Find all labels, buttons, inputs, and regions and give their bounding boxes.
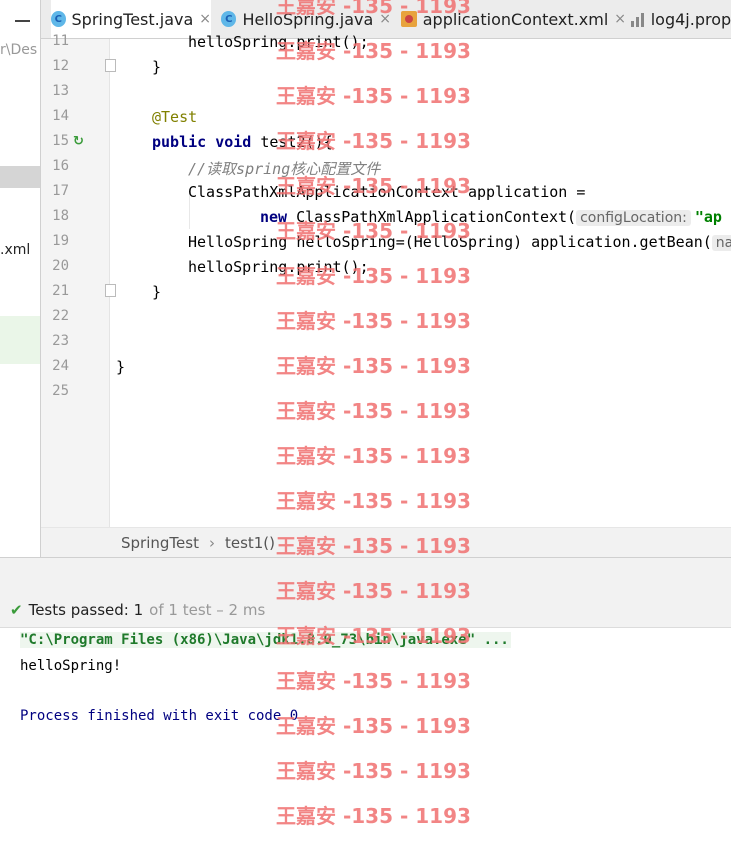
breadcrumb-separator-icon: › [208, 534, 215, 552]
console-exit-line: Process finished with exit code 0 [20, 708, 299, 724]
parameter-hint: na [711, 235, 731, 251]
line-number: 12 [52, 58, 69, 74]
project-highlight-row[interactable] [0, 316, 40, 364]
tab-springtest[interactable]: C SpringTest.java × [51, 0, 211, 38]
code-line-20: helloSpring.print(); [188, 258, 369, 276]
line-number: 15 [52, 133, 69, 149]
close-icon[interactable]: × [199, 11, 211, 27]
fold-marker-icon[interactable] [105, 284, 116, 297]
editor-tab-bar: C SpringTest.java × C HelloSpring.java ×… [41, 0, 731, 39]
line-number: 25 [52, 383, 69, 399]
console-command-line[interactable]: "C:\Program Files (x86)\Java\jdk1.8.0_73… [20, 632, 511, 648]
console-output-line: helloSpring! [20, 658, 122, 674]
line-number: 18 [52, 208, 69, 224]
tab-label: SpringTest.java [71, 9, 194, 29]
tab-label: applicationContext.xml [422, 9, 609, 29]
code-editor[interactable]: 11 12 13 14 15 16 17 18 19 20 21 22 23 2… [41, 33, 731, 527]
line-number: 13 [52, 83, 69, 99]
editor-gutter: 11 12 13 14 15 16 17 18 19 20 21 22 23 2… [41, 33, 116, 527]
tests-passed-label: Tests passed: 1 [28, 601, 144, 619]
tab-applicationcontext[interactable]: applicationContext.xml × [401, 0, 626, 38]
line-number: 20 [52, 258, 69, 274]
tab-label: HelloSpring.java [242, 9, 374, 29]
close-icon[interactable]: × [379, 11, 391, 27]
code-line-16: //读取spring核心配置文件 [188, 160, 381, 178]
line-number: 17 [52, 183, 69, 199]
breadcrumb-method[interactable]: test1() [225, 534, 275, 552]
line-number: 22 [52, 308, 69, 324]
code-line-15: public void test2(){ [152, 133, 333, 151]
line-number: 24 [52, 358, 69, 374]
run-test-icon[interactable]: ↻ [73, 134, 89, 149]
java-class-icon: C [221, 11, 237, 27]
run-console[interactable]: "C:\Program Files (x86)\Java\jdk1.8.0_73… [0, 628, 731, 864]
breadcrumb: SpringTest › test1() [41, 527, 731, 558]
code-line-11: helloSpring.print(); [188, 33, 369, 51]
project-file-fragment[interactable]: .xml [0, 242, 30, 258]
tab-log4j[interactable]: log4j.prope [631, 0, 731, 38]
tests-detail-label: of 1 test – 2 ms [149, 601, 266, 619]
code-line-14: @Test [152, 108, 198, 126]
test-status-bar: ✔ Tests passed: 1 of 1 test – 2 ms [0, 593, 731, 628]
line-number: 23 [52, 333, 69, 349]
project-selected-row[interactable] [0, 166, 40, 188]
project-panel: r\Des .xml [0, 0, 41, 557]
collapse-icon[interactable] [15, 20, 30, 22]
close-icon[interactable]: × [614, 11, 626, 27]
code-line-19: HelloSpring helloSpring=(HelloSpring) ap… [188, 233, 731, 251]
xml-file-icon [401, 11, 417, 27]
line-number: 19 [52, 233, 69, 249]
code-line-12: } [152, 58, 162, 76]
code-line-18: new ClassPathXmlApplicationContext(confi… [260, 208, 722, 226]
check-icon: ✔ [10, 601, 23, 619]
code-line-24: } [116, 358, 126, 376]
properties-file-icon [631, 11, 645, 27]
project-path-fragment: r\Des [0, 42, 38, 58]
line-number: 21 [52, 283, 69, 299]
line-number: 11 [52, 33, 69, 49]
line-number: 16 [52, 158, 69, 174]
tab-label: log4j.prope [650, 9, 731, 29]
parameter-hint: configLocation: [576, 210, 691, 226]
code-line-21: } [152, 283, 162, 301]
tool-window-divider[interactable] [0, 557, 731, 594]
code-line-17: ClassPathXmlApplicationContext applicati… [188, 183, 586, 201]
fold-marker-icon[interactable] [105, 59, 116, 72]
line-number: 14 [52, 108, 69, 124]
breadcrumb-class[interactable]: SpringTest [121, 534, 199, 552]
java-class-icon: C [51, 11, 66, 27]
